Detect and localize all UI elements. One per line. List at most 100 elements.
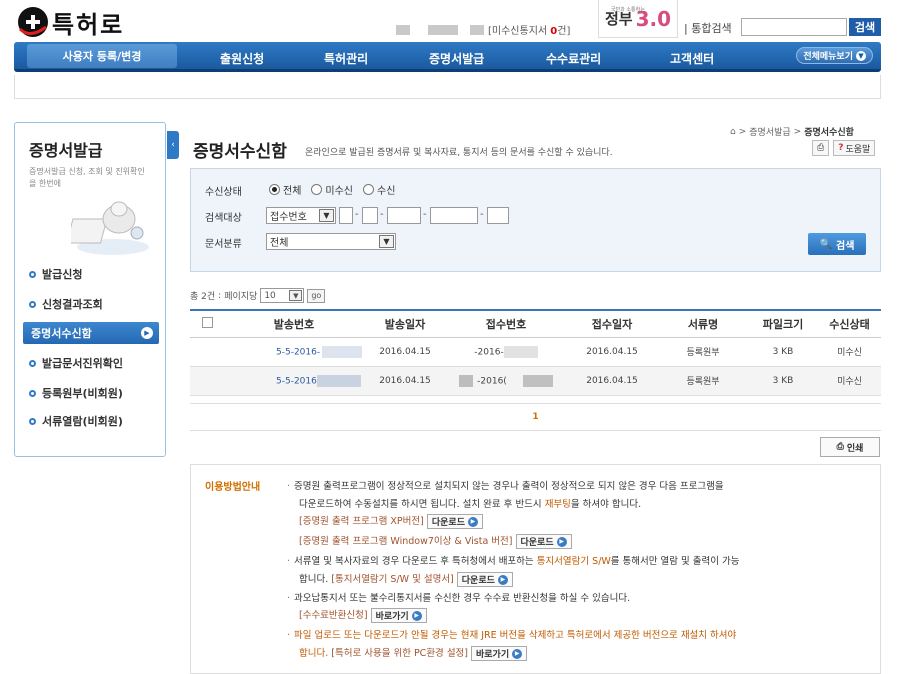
send-no-link[interactable]: 5-5-2016: [224, 366, 364, 396]
send-date: 2016.04.15: [364, 366, 446, 396]
arrow-right-icon: ▶: [467, 516, 478, 527]
col-file-size: 파일크기: [748, 309, 818, 338]
guide-line: [증명원 출력 프로그램 XP버전] 다운로드 ▶: [299, 513, 483, 529]
gnb-application[interactable]: 출원신청: [220, 50, 264, 67]
page-1[interactable]: 1: [532, 412, 538, 422]
print-page-button[interactable]: ⎙: [812, 140, 830, 156]
search-panel: 수신상태 전체 미수신 수신 검색대상 접수번호 ▼ - - - - 문서분류 전…: [190, 168, 881, 272]
ring-bullet-icon: [29, 417, 36, 425]
number-input-2[interactable]: [362, 207, 378, 224]
lnb-item-doc-view-nonmember[interactable]: 서류열람(비회원): [29, 413, 123, 429]
arrow-right-icon: ▶: [497, 574, 508, 585]
lnb-item-register-nonmember[interactable]: 등록원부(비회원): [29, 385, 123, 401]
guide-line: 합니다. [통지서열람기 S/W 및 설명서] 다운로드 ▶: [299, 571, 513, 587]
col-status: 수신상태: [818, 309, 881, 338]
result-count: 총 2건: [190, 292, 216, 302]
gnb-customer-center[interactable]: 고객센터: [670, 50, 714, 67]
status: 미수신: [818, 337, 881, 367]
status-unread-radio[interactable]: 미수신: [311, 182, 353, 197]
logo-text: 특허로: [52, 9, 125, 39]
goto-pc-setup-button[interactable]: 바로가기 ▶: [471, 646, 528, 661]
guide-line: · 파일 업로드 또는 다운로드가 안될 경우는 현재 JRE 버전을 삭제하고 …: [287, 630, 737, 641]
guide-line: [증명원 출력 프로그램 Window7이상 & Vista 버전] 다운로드 ▶: [299, 533, 572, 549]
page-title: 증명서수신함: [193, 142, 287, 162]
download-xp-button[interactable]: 다운로드 ▶: [426, 514, 483, 529]
page-tools: ⎙ ? 도움말: [812, 140, 876, 156]
lnb-item-request-results[interactable]: 신청결과조회: [29, 296, 103, 312]
per-page-select[interactable]: 10 ▼: [260, 288, 305, 303]
per-page-go-button[interactable]: go: [307, 288, 326, 303]
chevron-down-icon: ▼: [289, 290, 303, 301]
arrow-right-icon: ▶: [556, 536, 567, 547]
table-row[interactable]: 5-5-2016- 2016.04.15 -2016- 2016.04.15 등…: [190, 337, 881, 367]
target-select[interactable]: 접수번호 ▼: [266, 207, 336, 224]
select-all-checkbox[interactable]: [190, 309, 224, 338]
recv-date: 2016.04.15: [566, 337, 658, 367]
target-label: 검색대상: [205, 213, 242, 224]
win7-program-label: [증명원 출력 프로그램 Window7이상 & Vista 버전]: [299, 536, 513, 547]
print-button[interactable]: ⎙ 인쇄: [820, 437, 880, 457]
all-menu-button[interactable]: 전체메뉴보기 ▼: [796, 47, 873, 64]
arrow-right-icon: ▶: [512, 648, 523, 659]
send-no-link[interactable]: 5-5-2016-: [224, 337, 364, 367]
guide-line: · 서류열 및 복사자료의 경우 다운로드 후 특허청에서 배포하는 통지서열람기…: [287, 556, 740, 567]
gov-slogan: 국민과 소통하는: [611, 7, 645, 13]
number-input-5[interactable]: [487, 207, 509, 224]
status-read-radio[interactable]: 수신: [363, 182, 395, 197]
breadcrumb-mid[interactable]: 증명서발급: [749, 125, 790, 138]
left-nav: 증명서발급 증명서발급 신청, 조회 및 진위확인을 한번에 ‹ 발급신청 신청…: [14, 122, 179, 457]
goto-refund-button[interactable]: 바로가기 ▶: [370, 608, 427, 623]
chevron-down-icon: ▼: [319, 209, 334, 222]
ring-bullet-icon: [29, 300, 36, 308]
guide-line: · 증명원 출력프로그램이 정상적으로 설치되지 않는 경우나 출력이 정상적으로…: [287, 481, 724, 492]
ring-bullet-icon: [29, 270, 36, 278]
gov30-banner[interactable]: 국민과 소통하는 정부 3.0: [598, 0, 678, 38]
logo[interactable]: 특허로: [16, 4, 124, 40]
download-viewer-button[interactable]: 다운로드 ▶: [456, 572, 513, 587]
file-size: 3 KB: [748, 366, 818, 396]
guide-line: 다운로드하여 수동설치를 하시면 됩니다. 설치 완료 후 반드시 재부팅을 하…: [299, 499, 642, 510]
guide-line: · 과오납통지서 또는 불수리통지서를 수신한 경우 수수료 반환신청을 하실 수…: [287, 593, 631, 604]
gnb-user-register[interactable]: 사용자 등록/변경: [27, 43, 177, 68]
doc-name: 등록원부: [658, 366, 748, 396]
search-label: | 통합검색: [684, 22, 732, 35]
category-select[interactable]: 전체 ▼: [266, 233, 396, 250]
lnb-item-issue-request[interactable]: 발급신청: [29, 266, 82, 282]
lnb-collapse-tab[interactable]: ‹: [167, 131, 179, 159]
search-submit-button[interactable]: 🔍 검색: [808, 233, 866, 255]
sub-menu-bar: [14, 75, 881, 99]
search-input[interactable]: [741, 18, 847, 36]
guide-line: 합니다. [특허로 사용을 위한 PC환경 설정] 바로가기 ▶: [299, 645, 528, 661]
lnb-item-certificate-inbox[interactable]: 증명서수신함 ▶: [23, 322, 159, 344]
page-desc: 온라인으로 발급된 증명서류 및 복사자료, 통지서 등의 문서를 수신할 수 …: [305, 148, 613, 158]
ring-bullet-icon: [29, 359, 36, 367]
recv-date: 2016.04.15: [566, 366, 658, 396]
table-row[interactable]: 5-5-2016 2016.04.15 -2016( 2016.04.15 등록…: [190, 366, 881, 396]
status-label: 수신상태: [205, 187, 242, 198]
gnb-patent-mgmt[interactable]: 특허관리: [324, 50, 368, 67]
recv-no: -2016(: [446, 366, 566, 396]
send-date: 2016.04.15: [364, 337, 446, 367]
gnb-fee-mgmt[interactable]: 수수료관리: [546, 50, 601, 67]
home-icon[interactable]: ⌂: [730, 127, 736, 137]
search-button[interactable]: 검색: [849, 18, 881, 36]
breadcrumb-current: 증명서수신함: [804, 128, 854, 138]
file-size: 3 KB: [748, 337, 818, 367]
lnb-item-verify[interactable]: 발급문서진위확인: [29, 355, 123, 371]
number-input-1[interactable]: [339, 207, 353, 224]
number-input-4[interactable]: [430, 207, 478, 224]
col-send-date: 발송일자: [364, 309, 446, 338]
help-button[interactable]: ? 도움말: [833, 140, 876, 156]
download-win7-button[interactable]: 다운로드 ▶: [515, 534, 572, 549]
col-doc-name: 서류명: [658, 309, 748, 338]
doc-name: 등록원부: [658, 337, 748, 367]
gnb-certificate[interactable]: 증명서발급: [429, 50, 484, 67]
chevron-down-icon: ▼: [856, 50, 866, 61]
help-icon: ?: [838, 143, 844, 153]
logo-icon: [18, 7, 48, 37]
status-all-radio[interactable]: 전체: [269, 182, 301, 197]
number-input-3[interactable]: [387, 207, 421, 224]
recv-no: -2016-: [446, 337, 566, 367]
global-nav: 사용자 등록/변경 출원신청 특허관리 증명서발급 수수료관리 고객센터 전체메…: [14, 42, 881, 72]
unread-notice-link[interactable]: [미수신통지서 0건]: [488, 22, 570, 37]
